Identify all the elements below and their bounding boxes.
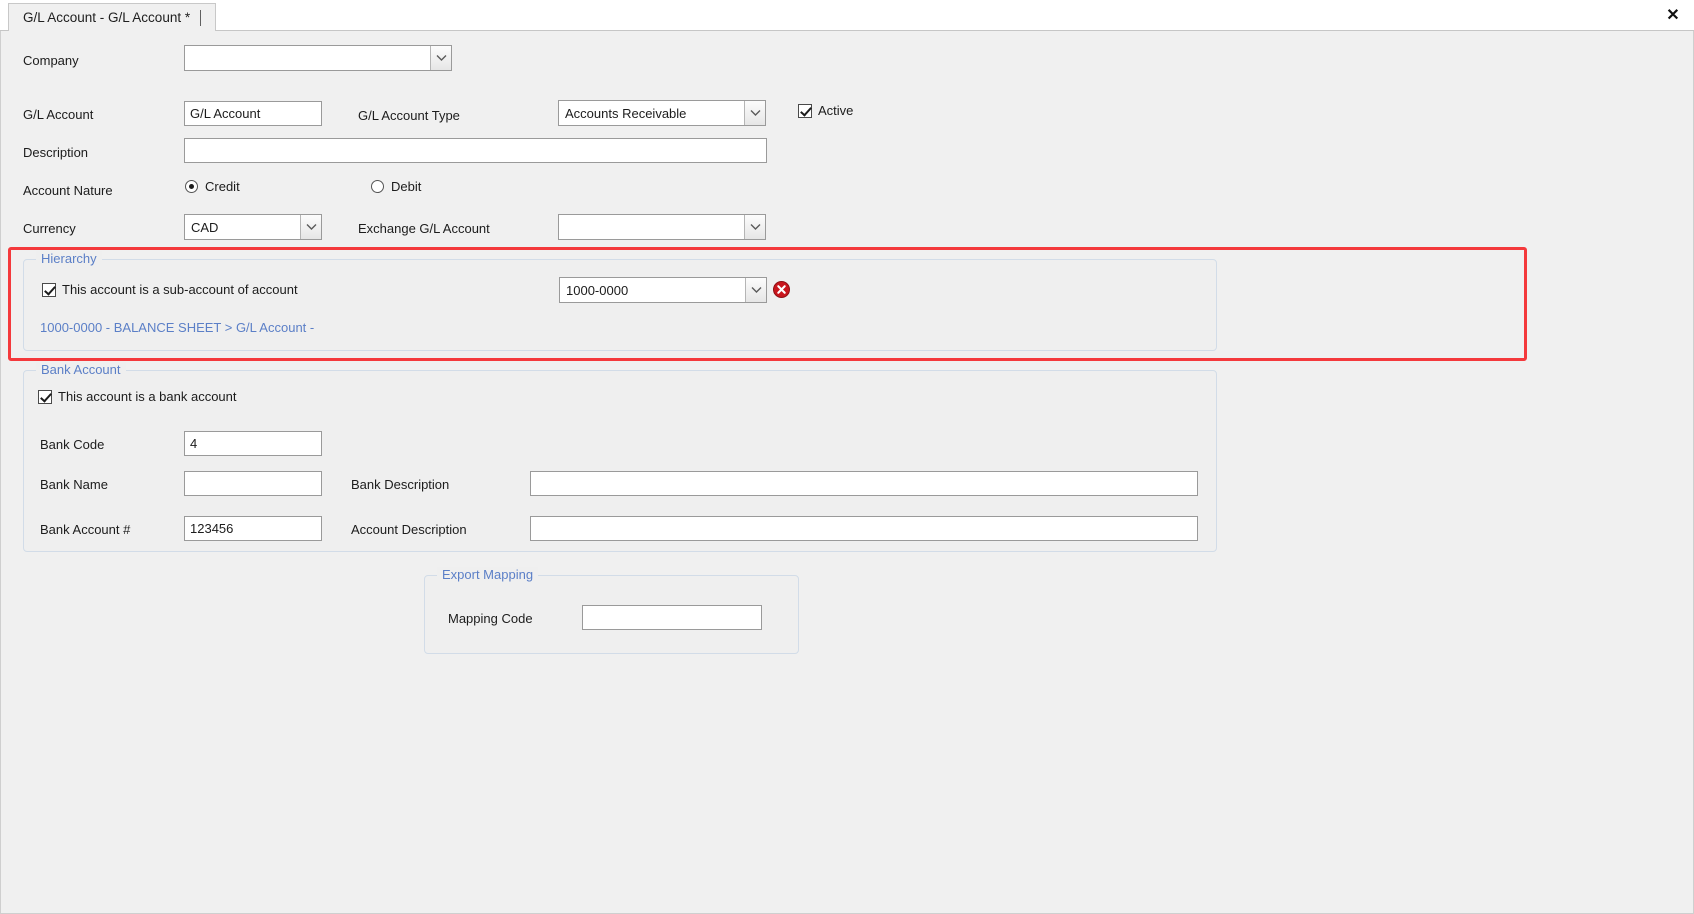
bank-account-group-title: Bank Account bbox=[36, 362, 126, 377]
is-bank-account-label: This account is a bank account bbox=[58, 389, 237, 404]
chevron-down-icon bbox=[744, 101, 765, 125]
radio-credit-label: Credit bbox=[205, 179, 240, 194]
exchange-gl-account-label: Exchange G/L Account bbox=[358, 221, 490, 236]
company-label: Company bbox=[23, 53, 79, 68]
account-nature-label: Account Nature bbox=[23, 183, 113, 198]
delete-circle-icon[interactable] bbox=[773, 281, 790, 298]
bank-name-input[interactable] bbox=[184, 471, 322, 496]
currency-value: CAD bbox=[185, 215, 300, 239]
currency-label: Currency bbox=[23, 221, 76, 236]
gl-account-label: G/L Account bbox=[23, 107, 94, 122]
bank-name-label: Bank Name bbox=[40, 477, 108, 492]
company-dropdown[interactable] bbox=[184, 45, 452, 71]
sub-account-checkbox[interactable]: This account is a sub-account of account bbox=[42, 282, 298, 297]
account-nature-radio-debit[interactable]: Debit bbox=[371, 179, 421, 194]
gl-account-type-value: Accounts Receivable bbox=[559, 101, 744, 125]
radio-ring-icon bbox=[185, 180, 198, 193]
radio-ring-icon bbox=[371, 180, 384, 193]
currency-dropdown[interactable]: CAD bbox=[184, 214, 322, 240]
radio-debit-label: Debit bbox=[391, 179, 422, 194]
chevron-down-icon bbox=[300, 215, 321, 239]
checkbox-box-icon bbox=[42, 282, 56, 297]
sub-account-checkbox-label: This account is a sub-account of account bbox=[62, 282, 298, 297]
checkbox-box-icon bbox=[38, 389, 52, 404]
bank-description-label: Bank Description bbox=[351, 477, 450, 492]
mapping-code-input[interactable] bbox=[582, 605, 762, 630]
active-checkbox[interactable]: Active bbox=[798, 103, 853, 118]
tab-label: G/L Account - G/L Account * bbox=[23, 10, 191, 25]
bank-account-number-label: Bank Account # bbox=[40, 522, 131, 537]
hierarchy-breadcrumb[interactable]: 1000-0000 - BALANCE SHEET > G/L Account … bbox=[40, 320, 314, 335]
tab-strip: G/L Account - G/L Account * ✕ bbox=[0, 0, 1694, 31]
description-label: Description bbox=[23, 145, 89, 160]
active-checkbox-label: Active bbox=[818, 103, 854, 118]
gl-account-type-label: G/L Account Type bbox=[358, 108, 460, 123]
company-dropdown-value bbox=[185, 46, 430, 70]
mapping-code-label: Mapping Code bbox=[448, 611, 533, 626]
export-mapping-group: Export Mapping Mapping Code bbox=[424, 567, 799, 654]
description-input[interactable] bbox=[184, 138, 767, 163]
export-mapping-group-title: Export Mapping bbox=[437, 567, 539, 582]
bank-code-label: Bank Code bbox=[40, 437, 105, 452]
close-icon[interactable]: ✕ bbox=[1662, 4, 1684, 26]
exchange-gl-account-dropdown[interactable] bbox=[558, 214, 766, 240]
gl-account-input[interactable] bbox=[184, 101, 322, 126]
gl-account-type-dropdown[interactable]: Accounts Receivable bbox=[558, 100, 766, 126]
tab-divider-icon bbox=[200, 9, 202, 26]
exchange-gl-account-value bbox=[559, 215, 744, 239]
account-description-input[interactable] bbox=[530, 516, 1198, 541]
parent-account-value: 1000-0000 bbox=[560, 278, 745, 302]
is-bank-account-checkbox[interactable]: This account is a bank account bbox=[38, 389, 237, 404]
checkbox-box-icon bbox=[798, 103, 812, 118]
form-canvas: Company G/L Account G/L Account Type Acc… bbox=[0, 31, 1694, 914]
application-window: G/L Account - G/L Account * ✕ Company G/… bbox=[0, 0, 1694, 914]
bank-code-input[interactable] bbox=[184, 431, 322, 456]
account-description-label: Account Description bbox=[351, 522, 467, 537]
chevron-down-icon bbox=[744, 215, 765, 239]
bank-account-group: Bank Account This account is a bank acco… bbox=[23, 362, 1217, 552]
hierarchy-group: Hierarchy This account is a sub-account … bbox=[23, 251, 1217, 351]
chevron-down-icon bbox=[430, 46, 451, 70]
bank-account-number-input[interactable] bbox=[184, 516, 322, 541]
chevron-down-icon bbox=[745, 278, 766, 302]
bank-description-input[interactable] bbox=[530, 471, 1198, 496]
parent-account-dropdown[interactable]: 1000-0000 bbox=[559, 277, 767, 303]
hierarchy-group-title: Hierarchy bbox=[36, 251, 102, 266]
tab-gl-account[interactable]: G/L Account - G/L Account * bbox=[8, 3, 217, 31]
account-nature-radio-credit[interactable]: Credit bbox=[185, 179, 240, 194]
